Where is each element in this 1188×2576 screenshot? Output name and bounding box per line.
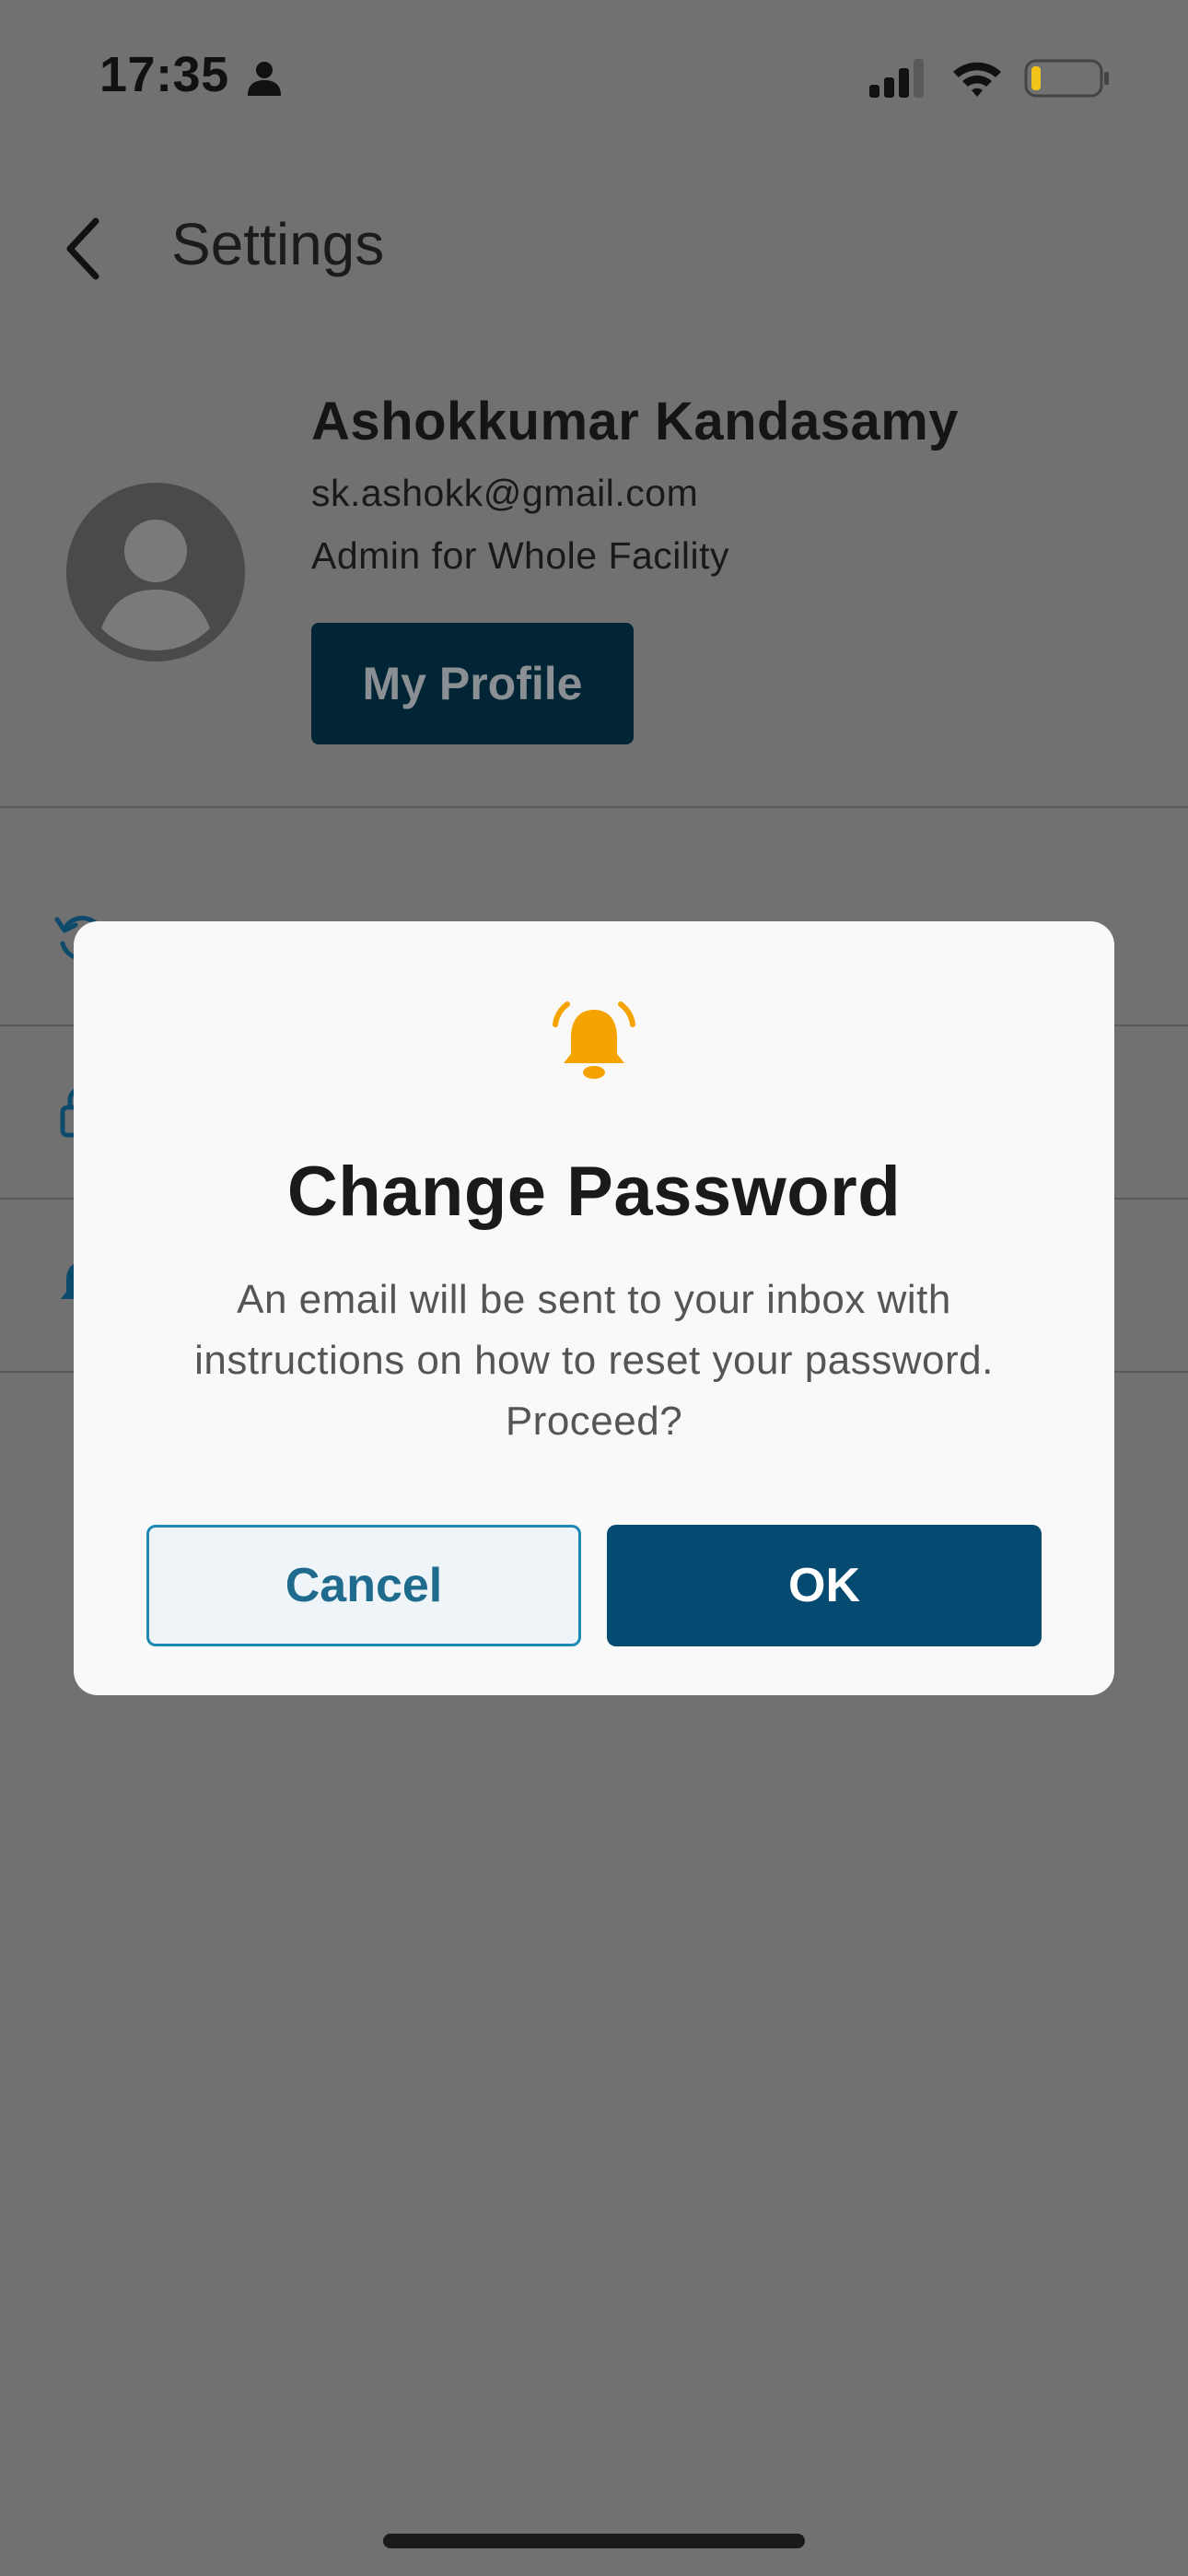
- settings-screen: 17:35 Settings Ashokkumar Kandasamy sk.a…: [0, 0, 1188, 2576]
- profile-email: sk.ashokk@gmail.com: [311, 472, 699, 514]
- page-title: Settings: [171, 211, 385, 277]
- signal-icon: [869, 59, 924, 98]
- profile-role: Admin for Whole Facility: [311, 534, 730, 577]
- status-bar: 17:35: [0, 0, 1188, 147]
- home-indicator[interactable]: [383, 2534, 805, 2548]
- change-password-dialog: Change Password An email will be sent to…: [74, 921, 1114, 1695]
- avatar-icon: [66, 483, 245, 662]
- chevron-left-icon[interactable]: [55, 212, 114, 286]
- status-time: 17:35: [99, 47, 229, 102]
- person-icon: [248, 62, 281, 96]
- wifi-icon: [953, 62, 1001, 97]
- profile-section: Ashokkumar Kandasamy sk.ashokk@gmail.com…: [0, 332, 1188, 808]
- dialog-message: An email will be sent to your inbox with…: [194, 1277, 994, 1444]
- battery-icon: [1024, 59, 1109, 98]
- cancel-button[interactable]: Cancel: [146, 1525, 581, 1646]
- app-header: Settings: [0, 175, 1188, 313]
- profile-name: Ashokkumar Kandasamy: [311, 392, 960, 451]
- bell-icon: [553, 1001, 635, 1079]
- dialog-title: Change Password: [286, 1153, 902, 1231]
- my-profile-button[interactable]: My Profile: [311, 623, 634, 744]
- ok-button[interactable]: OK: [607, 1525, 1042, 1646]
